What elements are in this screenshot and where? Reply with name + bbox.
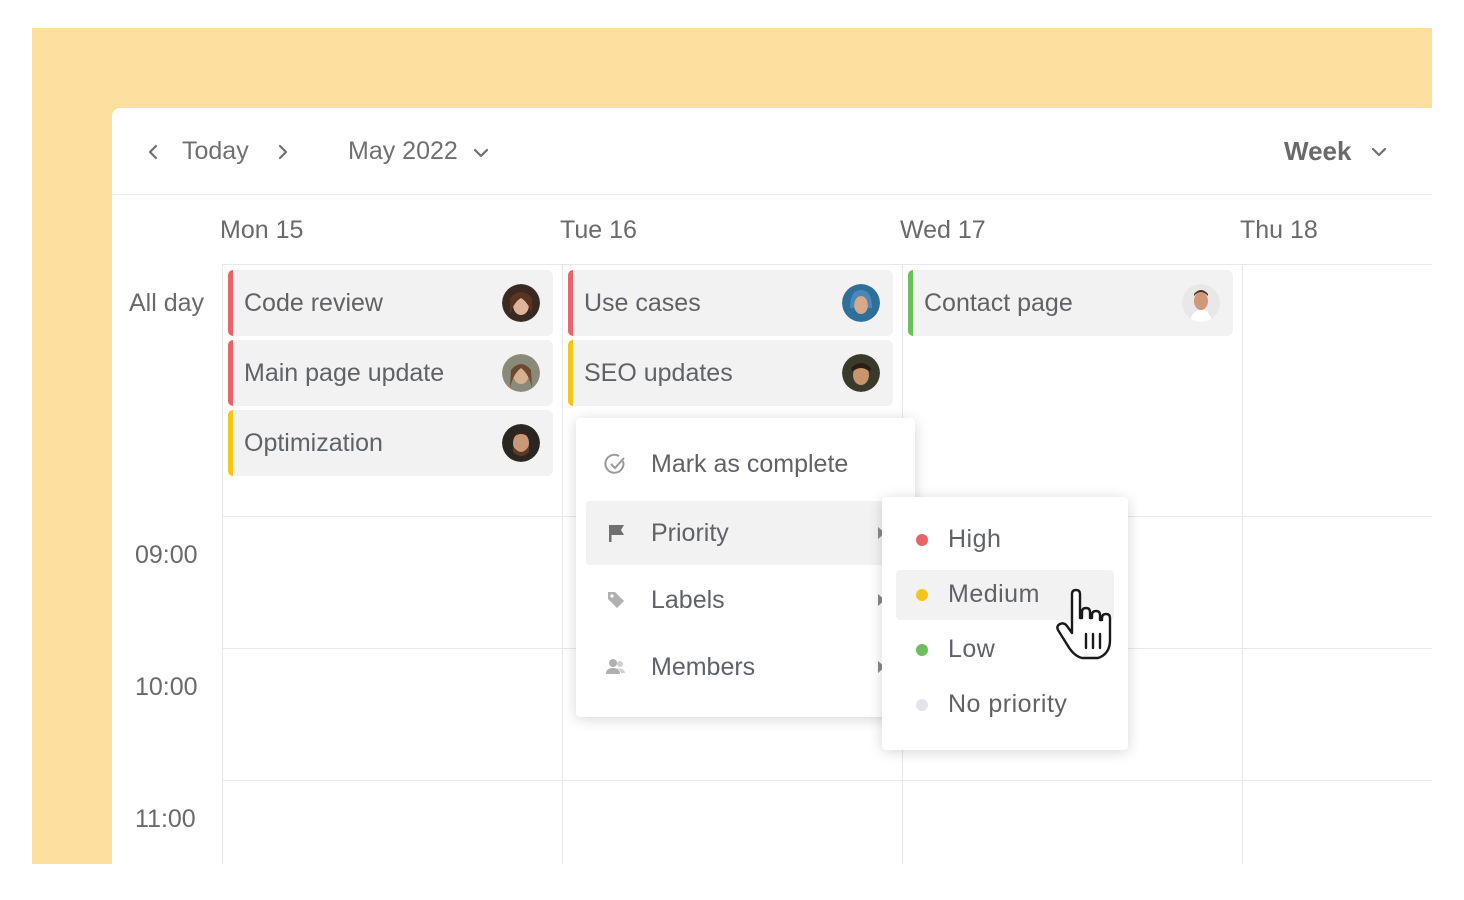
event-card[interactable]: Code review: [228, 270, 553, 336]
day-header-wed: Wed 17: [900, 216, 986, 244]
grid-column-line: [562, 264, 563, 864]
today-button[interactable]: Today: [182, 137, 249, 166]
event-title: Contact page: [924, 288, 1073, 317]
priority-option-none[interactable]: No priority: [896, 680, 1114, 730]
event-card[interactable]: Main page update: [228, 340, 553, 406]
all-day-label: All day: [129, 289, 205, 317]
priority-option-label: Medium: [948, 580, 1040, 608]
event-card[interactable]: Use cases: [568, 270, 893, 336]
priority-dot: [916, 699, 928, 711]
menu-item-label: Labels: [651, 585, 725, 614]
context-menu: Mark as complete Priority Labels Members: [576, 418, 915, 717]
day-header-thu: Thu 18: [1240, 216, 1318, 244]
menu-item-label: Members: [651, 652, 756, 681]
tag-icon: [608, 592, 624, 608]
event-title: Optimization: [244, 428, 383, 457]
event-title: Use cases: [584, 288, 701, 317]
grid-line: [222, 780, 1432, 781]
event-title: Main page update: [244, 358, 445, 387]
menu-item-mark-complete[interactable]: Mark as complete: [586, 432, 905, 496]
menu-item-priority[interactable]: Priority: [586, 501, 905, 565]
priority-option-label: High: [948, 525, 1002, 553]
event-title: Code review: [244, 288, 383, 317]
time-label: 11:00: [135, 805, 196, 833]
grid-line: [222, 264, 1432, 265]
view-selector[interactable]: Week: [1284, 136, 1351, 167]
grid-column-line: [222, 264, 223, 864]
time-label: 09:00: [135, 541, 198, 569]
day-header-mon: Mon 15: [220, 216, 304, 244]
month-selector[interactable]: May 2022: [348, 137, 458, 166]
chevron-down-icon[interactable]: [472, 147, 490, 159]
day-header-tue: Tue 16: [560, 216, 637, 244]
priority-dot: [916, 589, 928, 601]
avatar[interactable]: [502, 424, 540, 462]
priority-bar: [908, 270, 913, 336]
view-label: Week: [1284, 136, 1352, 166]
avatar[interactable]: [1182, 284, 1220, 322]
priority-bar: [568, 340, 573, 406]
priority-bar: [228, 410, 233, 476]
chevron-down-icon[interactable]: [1370, 146, 1388, 158]
priority-bar: [568, 270, 573, 336]
canvas: Today May 2022 Week Mon 15 Tue 16 Wed 17…: [0, 0, 1464, 900]
menu-item-label: Priority: [651, 518, 729, 547]
event-title: SEO updates: [584, 358, 733, 387]
flag-icon: [609, 525, 624, 542]
priority-bar: [228, 270, 233, 336]
chevron-left-icon[interactable]: [146, 144, 160, 160]
check-circle-icon: [604, 453, 625, 474]
priority-option-high[interactable]: High: [896, 515, 1114, 565]
month-label: May 2022: [348, 137, 458, 165]
event-card[interactable]: Contact page: [908, 270, 1233, 336]
event-card[interactable]: Optimization: [228, 410, 553, 476]
priority-option-label: Low: [948, 635, 996, 663]
time-label: 10:00: [135, 673, 198, 701]
avatar[interactable]: [502, 354, 540, 392]
priority-bar: [228, 340, 233, 406]
people-icon: [606, 659, 625, 674]
event-card[interactable]: SEO updates: [568, 340, 893, 406]
priority-option-label: No priority: [948, 690, 1068, 718]
priority-dot: [916, 644, 928, 656]
avatar[interactable]: [842, 284, 880, 322]
chevron-right-icon[interactable]: [276, 144, 290, 160]
menu-item-label: Mark as complete: [651, 449, 849, 478]
menu-item-labels[interactable]: Labels: [586, 568, 905, 632]
priority-dot: [916, 534, 928, 546]
calendar-toolbar: Today May 2022 Week: [112, 108, 1432, 195]
grid-column-line: [1242, 264, 1243, 864]
menu-item-members[interactable]: Members: [586, 635, 905, 699]
avatar[interactable]: [842, 354, 880, 392]
avatar[interactable]: [502, 284, 540, 322]
hand-cursor-icon: [1056, 588, 1112, 660]
